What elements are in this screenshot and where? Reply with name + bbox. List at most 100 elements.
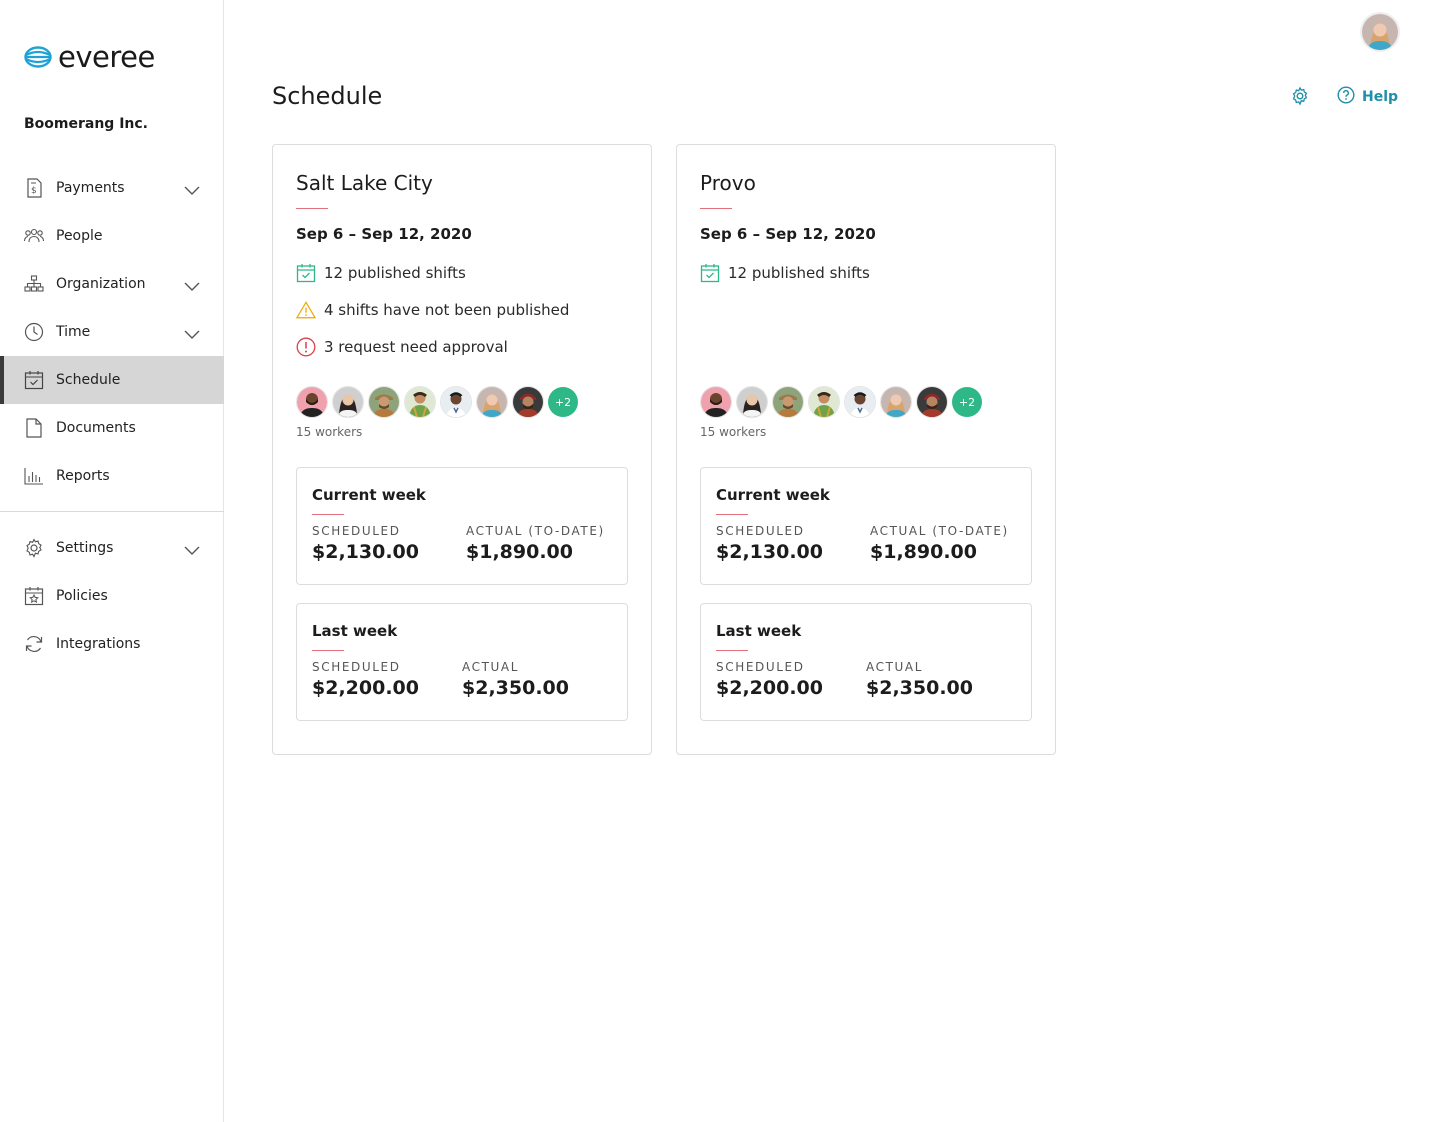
nav-label: Policies <box>56 588 108 604</box>
accent-line <box>296 208 328 209</box>
help-icon <box>1337 86 1355 108</box>
worker-avatar[interactable] <box>512 386 544 418</box>
scheduled-value: $2,200.00 <box>312 677 419 699</box>
user-avatar[interactable] <box>1360 12 1400 52</box>
actual-label: Actual (to-date) <box>466 524 605 538</box>
nav-item-integrations[interactable]: Integrations <box>0 620 224 668</box>
worker-avatar[interactable] <box>404 386 436 418</box>
location-name: Salt Lake City <box>296 171 433 195</box>
people-icon <box>24 226 44 246</box>
chevron-down-icon[interactable] <box>184 541 200 555</box>
calendar-check-icon <box>296 263 316 283</box>
worker-avatars[interactable]: +2 <box>700 386 982 418</box>
svg-text:$: $ <box>31 186 37 196</box>
week-title: Last week <box>312 622 398 640</box>
warning-icon <box>296 300 316 320</box>
current-week-summary[interactable]: Current week Scheduled $2,130.00 Actual … <box>700 467 1032 585</box>
status-text: 3 request need approval <box>324 338 508 356</box>
scheduled-value: $2,130.00 <box>312 541 419 563</box>
nav-item-time[interactable]: Time <box>0 308 224 356</box>
actual-column: Actual $2,350.00 <box>462 660 569 699</box>
nav-item-settings[interactable]: Settings <box>0 524 224 572</box>
worker-avatar[interactable] <box>844 386 876 418</box>
status-text: 12 published shifts <box>324 264 466 282</box>
location-card-salt-lake-city[interactable]: Salt Lake City Sep 6 – Sep 12, 2020 12 p… <box>272 144 652 755</box>
accent-line <box>312 514 344 515</box>
scheduled-label: Scheduled <box>312 524 401 538</box>
status-text: 4 shifts have not been published <box>324 301 570 319</box>
location-card-provo[interactable]: Provo Sep 6 – Sep 12, 2020 12 published … <box>676 144 1056 755</box>
accent-line <box>700 208 732 209</box>
more-workers-badge[interactable]: +2 <box>548 387 578 417</box>
everee-logo-icon <box>24 46 52 68</box>
clock-icon <box>24 322 44 342</box>
worker-avatar[interactable] <box>440 386 472 418</box>
brand-logo[interactable]: everee <box>24 42 155 72</box>
worker-avatars[interactable]: +2 <box>296 386 578 418</box>
worker-avatar[interactable] <box>808 386 840 418</box>
sync-icon <box>24 634 44 654</box>
scheduled-label: Scheduled <box>716 524 805 538</box>
nav-label: Settings <box>56 540 114 556</box>
status-published: 12 published shifts <box>700 263 870 283</box>
calendar-star-icon <box>24 586 44 606</box>
sidebar: everee Boomerang Inc. $ Payments People … <box>0 0 224 1122</box>
worker-avatar[interactable] <box>296 386 328 418</box>
nav-label: Reports <box>56 468 110 484</box>
bar-chart-icon <box>24 466 44 486</box>
week-title: Current week <box>312 486 426 504</box>
actual-value: $2,350.00 <box>462 677 569 699</box>
last-week-summary[interactable]: Last week Scheduled $2,200.00 Actual $2,… <box>700 603 1032 721</box>
scheduled-label: Scheduled <box>716 660 805 674</box>
worker-avatar[interactable] <box>880 386 912 418</box>
nav-item-reports[interactable]: Reports <box>0 452 224 500</box>
chevron-down-icon[interactable] <box>184 277 200 291</box>
accent-line <box>716 514 748 515</box>
nav-item-schedule[interactable]: Schedule <box>0 356 224 404</box>
nav-label: Integrations <box>56 636 141 652</box>
actual-label: Actual <box>866 660 923 674</box>
nav-label: Payments <box>56 180 125 196</box>
settings-gear-icon[interactable] <box>1290 86 1310 106</box>
status-error[interactable]: 3 request need approval <box>296 337 508 357</box>
worker-avatar[interactable] <box>700 386 732 418</box>
brand-name: everee <box>58 40 155 74</box>
nav-label: Organization <box>56 276 146 292</box>
alert-circle-icon <box>296 337 316 357</box>
status-published: 12 published shifts <box>296 263 466 283</box>
receipt-icon: $ <box>24 178 44 198</box>
chevron-down-icon[interactable] <box>184 325 200 339</box>
scheduled-column: Scheduled $2,200.00 <box>312 660 419 699</box>
nav-item-policies[interactable]: Policies <box>0 572 224 620</box>
current-week-summary[interactable]: Current week Scheduled $2,130.00 Actual … <box>296 467 628 585</box>
calendar-check-icon <box>24 370 44 390</box>
worker-avatar[interactable] <box>476 386 508 418</box>
worker-avatar[interactable] <box>916 386 948 418</box>
sidebar-divider <box>0 511 224 512</box>
worker-avatar[interactable] <box>368 386 400 418</box>
scheduled-column: Scheduled $2,130.00 <box>312 524 419 563</box>
last-week-summary[interactable]: Last week Scheduled $2,200.00 Actual $2,… <box>296 603 628 721</box>
scheduled-column: Scheduled $2,200.00 <box>716 660 823 699</box>
page-title: Schedule <box>272 82 383 110</box>
nav-item-payments[interactable]: $ Payments <box>0 164 224 212</box>
date-range: Sep 6 – Sep 12, 2020 <box>296 225 472 243</box>
nav-item-people[interactable]: People <box>0 212 224 260</box>
calendar-check-icon <box>700 263 720 283</box>
status-text: 12 published shifts <box>728 264 870 282</box>
more-workers-badge[interactable]: +2 <box>952 387 982 417</box>
nav-item-organization[interactable]: Organization <box>0 260 224 308</box>
accent-line <box>312 650 344 651</box>
org-chart-icon <box>24 274 44 294</box>
status-warning[interactable]: 4 shifts have not been published <box>296 300 569 320</box>
help-link[interactable]: Help <box>1337 86 1398 108</box>
actual-label: Actual (to-date) <box>870 524 1009 538</box>
worker-avatar[interactable] <box>772 386 804 418</box>
nav-item-documents[interactable]: Documents <box>0 404 224 452</box>
worker-avatar[interactable] <box>736 386 768 418</box>
week-title: Current week <box>716 486 830 504</box>
document-icon <box>24 418 44 438</box>
worker-avatar[interactable] <box>332 386 364 418</box>
scheduled-value: $2,200.00 <box>716 677 823 699</box>
chevron-down-icon[interactable] <box>184 181 200 195</box>
